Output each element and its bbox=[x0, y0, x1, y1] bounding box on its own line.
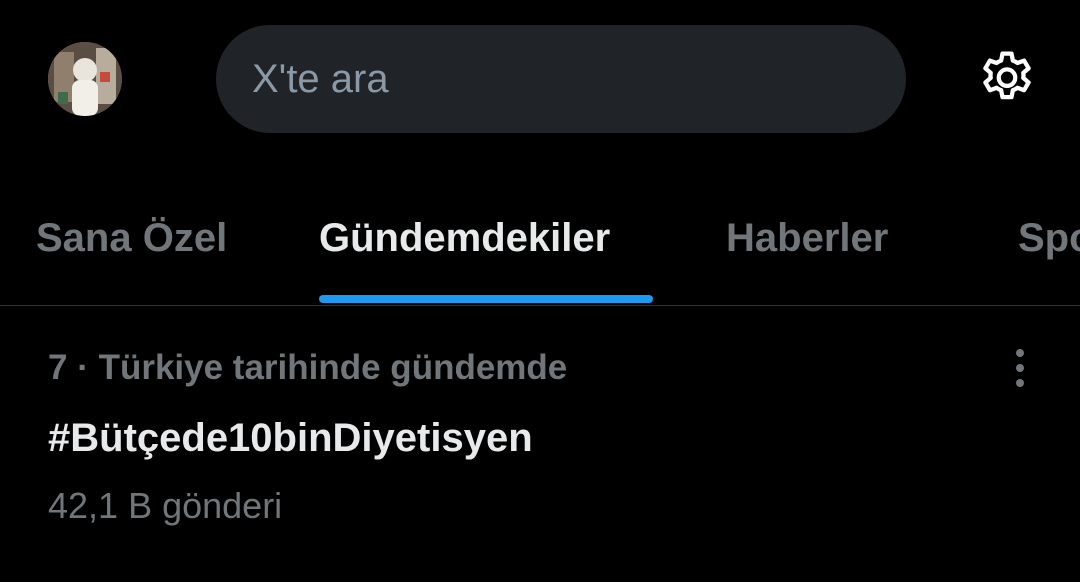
active-tab-indicator bbox=[319, 295, 653, 303]
avatar[interactable] bbox=[48, 42, 122, 116]
settings-button[interactable] bbox=[974, 46, 1040, 112]
trend-post-count: 42,1 B gönderi bbox=[48, 485, 283, 526]
more-vertical-icon bbox=[1016, 349, 1024, 387]
tab-label: Spor bbox=[1018, 215, 1080, 260]
tab-label: Sana Özel bbox=[36, 215, 228, 260]
tab-haberler[interactable]: Haberler bbox=[726, 170, 888, 306]
top-bar bbox=[0, 0, 1080, 160]
gear-icon bbox=[983, 51, 1031, 100]
more-options-button[interactable] bbox=[996, 344, 1044, 392]
tab-label: Haberler bbox=[726, 215, 889, 260]
trend-context: 7 · Türkiye tarihinde gündemde bbox=[48, 348, 568, 387]
explore-tabs: Sana Özel Gündemdekiler Haberler Spor bbox=[0, 170, 1080, 306]
tab-gundemdekiler[interactable]: Gündemdekiler bbox=[319, 170, 610, 306]
search-bar[interactable] bbox=[216, 25, 906, 133]
tab-spor[interactable]: Spor bbox=[1018, 170, 1080, 306]
search-input[interactable] bbox=[252, 25, 906, 133]
trend-item[interactable]: 7 · Türkiye tarihinde gündemde #Bütçede1… bbox=[0, 308, 1080, 538]
trend-title: #Bütçede10binDiyetisyen bbox=[48, 416, 533, 460]
explore-screen: Sana Özel Gündemdekiler Haberler Spor 7 … bbox=[0, 0, 1080, 582]
avatar-photo-icon bbox=[48, 42, 122, 116]
tab-label: Gündemdekiler bbox=[319, 215, 611, 260]
tab-sana-ozel[interactable]: Sana Özel bbox=[36, 170, 227, 306]
